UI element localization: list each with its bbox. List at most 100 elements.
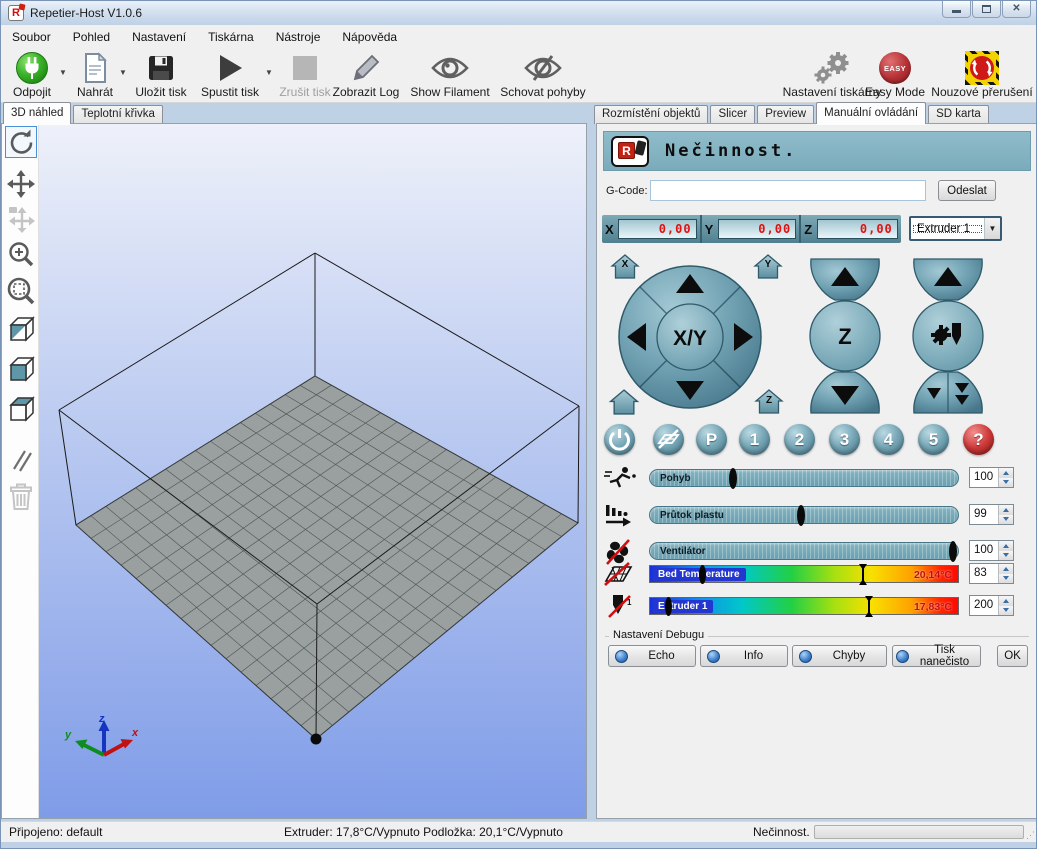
app-window: R Repetier-Host V1.0.6 ✕ Soubor Pohled N…: [0, 0, 1037, 849]
extruder-temperature-spinner[interactable]: 200: [969, 595, 1014, 616]
menu-soubor[interactable]: Soubor: [1, 27, 62, 47]
title-bar[interactable]: R Repetier-Host V1.0.6 ✕: [1, 1, 1037, 25]
bed-temperature-spinner[interactable]: 83: [969, 563, 1014, 584]
show-log-button[interactable]: Zobrazit Log: [329, 51, 403, 101]
extruder-jog-control[interactable]: [908, 257, 988, 415]
preset-4-button[interactable]: 4: [873, 424, 904, 455]
rotate-icon: [7, 128, 35, 156]
top-view-button[interactable]: [5, 393, 37, 425]
preset-3-button[interactable]: 3: [829, 424, 860, 455]
start-print-button[interactable]: Spustit tisk: [197, 51, 263, 101]
rotate-view-button[interactable]: [5, 126, 37, 158]
show-filament-button[interactable]: Show Filament: [407, 51, 493, 101]
debug-echo-button[interactable]: Echo: [608, 645, 696, 667]
bed-temp-up-button[interactable]: [999, 564, 1013, 574]
flow-slider-thumb[interactable]: [797, 505, 805, 526]
move-view-button[interactable]: [5, 168, 37, 200]
maximize-button[interactable]: [972, 1, 1001, 18]
hide-travel-button[interactable]: Schovat pohyby: [497, 51, 589, 101]
disconnect-dropdown-arrow[interactable]: ▼: [59, 68, 67, 77]
info-led-icon: [707, 650, 720, 663]
x-coordinate-value: 0,00: [618, 219, 697, 239]
fan-slider-thumb[interactable]: [949, 541, 957, 562]
debug-ok-button[interactable]: OK: [997, 645, 1028, 667]
menu-napoveda[interactable]: Nápověda: [331, 27, 408, 47]
menu-tiskarna[interactable]: Tiskárna: [197, 27, 265, 47]
view-toolbar: [2, 124, 39, 818]
flow-slider[interactable]: Průtok plastu: [649, 506, 959, 524]
temperature-status: Extruder: 17,8°C/Vypnuto Podložka: 20,1°…: [284, 825, 563, 839]
fan-down-button[interactable]: [999, 551, 1013, 561]
extruder-temperature-bar[interactable]: Extruder 1 17,83°C: [649, 597, 959, 615]
svg-text:1: 1: [627, 598, 632, 607]
help-button[interactable]: ?: [963, 424, 994, 455]
y-coordinate: Y 0,00: [702, 215, 802, 243]
gcode-label: G-Code:: [606, 185, 648, 197]
zoom-in-button[interactable]: [5, 238, 37, 270]
bed-temperature-bar[interactable]: Bed Temperature 20,14°C: [649, 565, 959, 583]
trash-icon: [8, 483, 34, 511]
heated-bed-off-button[interactable]: [653, 424, 684, 455]
load-dropdown-arrow[interactable]: ▼: [119, 68, 127, 77]
printer-settings-button[interactable]: Nastavení tiskárny: [787, 51, 877, 101]
minimize-button[interactable]: [942, 1, 971, 18]
z-jog-control[interactable]: Z: [805, 257, 885, 415]
emergency-stop-button[interactable]: Nouzové přerušení: [931, 51, 1033, 101]
speed-spinner[interactable]: 100: [969, 467, 1014, 488]
easy-mode-button[interactable]: EASY Easy Mode: [865, 51, 925, 101]
3d-viewport[interactable]: y z x: [39, 124, 586, 818]
disconnect-button[interactable]: Odpojit: [7, 51, 57, 101]
parallel-projection-button[interactable]: [5, 444, 37, 476]
park-button[interactable]: P: [696, 424, 727, 455]
debug-info-button[interactable]: Info: [700, 645, 788, 667]
fan-up-button[interactable]: [999, 541, 1013, 551]
start-print-dropdown-arrow[interactable]: ▼: [265, 68, 273, 77]
flow-spinner[interactable]: 99: [969, 504, 1014, 525]
tab-sd-card[interactable]: SD karta: [928, 105, 989, 124]
zoom-fit-button[interactable]: [5, 275, 37, 307]
menu-pohled[interactable]: Pohled: [62, 27, 121, 47]
tab-temp-curve[interactable]: Teplotní křivka: [73, 105, 163, 124]
fan-spinner[interactable]: 100: [969, 540, 1014, 561]
close-button[interactable]: ✕: [1002, 1, 1031, 18]
preset-2-button[interactable]: 2: [784, 424, 815, 455]
tab-preview[interactable]: Preview: [757, 105, 814, 124]
echo-led-icon: [615, 650, 628, 663]
menu-nastroje[interactable]: Nástroje: [265, 27, 332, 47]
flow-down-button[interactable]: [999, 515, 1013, 525]
debug-dry-run-button[interactable]: Tisk nanečisto: [892, 645, 981, 667]
send-gcode-button[interactable]: Odeslat: [938, 180, 996, 201]
tab-manual-control[interactable]: Manuální ovládání: [816, 102, 926, 124]
tab-object-placement[interactable]: Rozmístění objektů: [594, 105, 708, 124]
menu-nastaveni[interactable]: Nastavení: [121, 27, 197, 47]
xy-jog-pad[interactable]: X/Y: [615, 262, 765, 412]
extruder-temp-up-button[interactable]: [999, 596, 1013, 606]
menu-bar: Soubor Pohled Nastavení Tiskárna Nástroj…: [1, 25, 1037, 48]
extruder-current-temperature: 17,83°C: [914, 601, 952, 613]
tab-3d-preview[interactable]: 3D náhled: [3, 102, 71, 124]
extruder-select[interactable]: Extruder 1 ▼: [909, 216, 1002, 241]
gcode-input[interactable]: [650, 180, 926, 201]
debug-errors-button[interactable]: Chyby: [792, 645, 887, 667]
save-print-button[interactable]: Uložit tisk: [131, 51, 191, 101]
bed-target-marker[interactable]: [858, 564, 868, 585]
front-view-button[interactable]: [5, 353, 37, 385]
extruder-target-marker[interactable]: [864, 596, 874, 617]
speed-slider-thumb[interactable]: [729, 468, 737, 489]
bed-temp-down-button[interactable]: [999, 574, 1013, 584]
fan-slider[interactable]: Ventilátor: [649, 542, 959, 560]
speed-up-button[interactable]: [999, 468, 1013, 478]
xy-pad-label: X/Y: [673, 327, 707, 350]
stop-icon: [292, 51, 318, 85]
extruder-temp-down-button[interactable]: [999, 606, 1013, 616]
iso-view-button[interactable]: [5, 313, 37, 345]
resize-grip[interactable]: ⋰: [1026, 830, 1036, 840]
tab-slicer[interactable]: Slicer: [710, 105, 755, 124]
speed-down-button[interactable]: [999, 478, 1013, 488]
load-button[interactable]: Nahrát: [73, 51, 117, 101]
preset-5-button[interactable]: 5: [918, 424, 949, 455]
power-button[interactable]: [604, 424, 635, 455]
preset-1-button[interactable]: 1: [739, 424, 770, 455]
flow-up-button[interactable]: [999, 505, 1013, 515]
speed-slider[interactable]: Pohyb: [649, 469, 959, 487]
